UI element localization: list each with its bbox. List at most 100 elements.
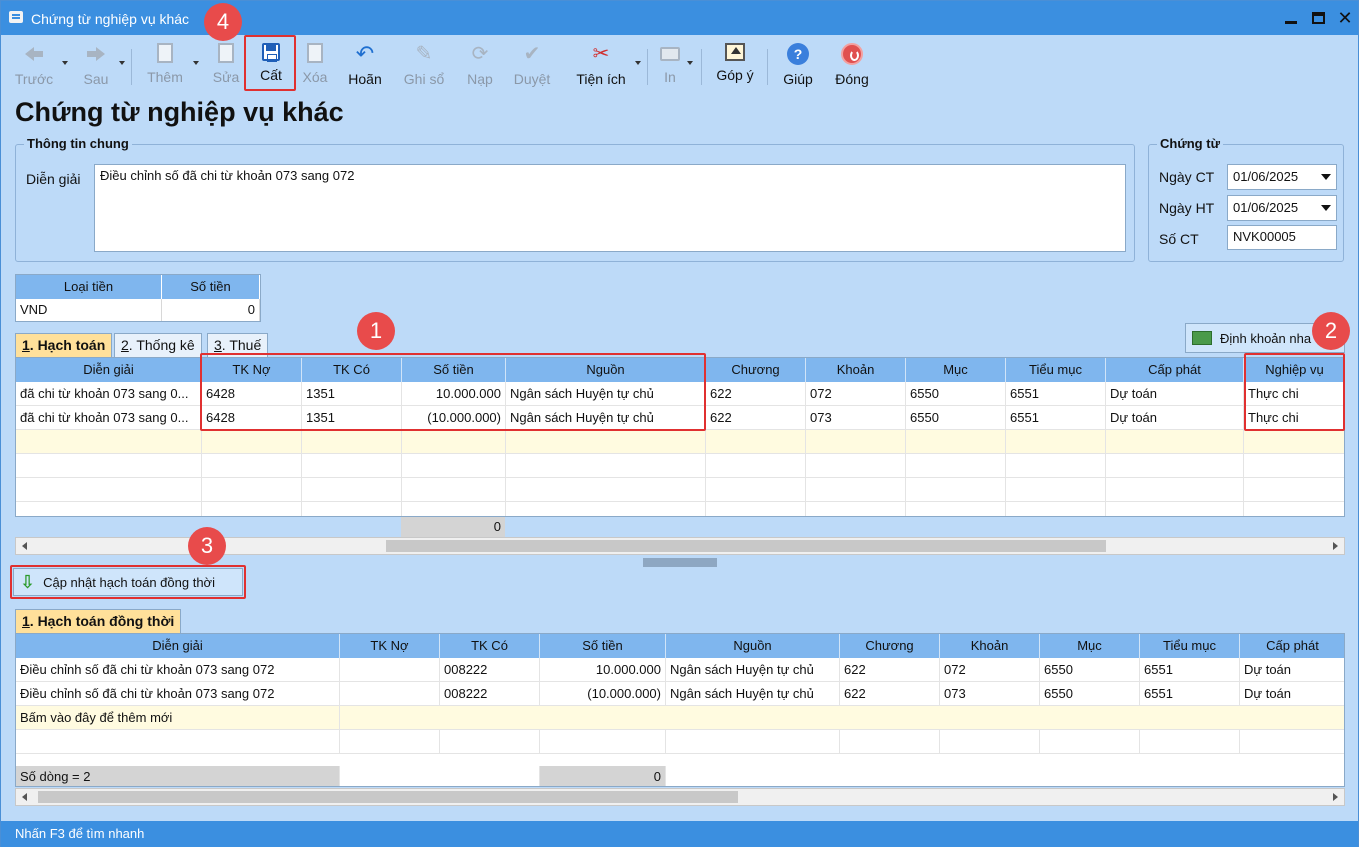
table-cell[interactable]	[806, 454, 906, 478]
table-cell[interactable]: Dự toán	[1240, 658, 1344, 682]
table-cell[interactable]: 1351	[302, 382, 402, 406]
table-cell[interactable]: 6551	[1006, 382, 1106, 406]
table-cell[interactable]: 10.000.000	[402, 382, 506, 406]
table-cell[interactable]: đã chi từ khoản 073 sang 0...	[16, 382, 202, 406]
table-cell[interactable]	[202, 478, 302, 502]
splitter-handle[interactable]	[643, 558, 717, 567]
table-cell[interactable]	[840, 730, 940, 754]
date-ct-combo[interactable]: 01/06/2025	[1227, 164, 1337, 190]
tab-statistics[interactable]: 2. Thống kê	[114, 333, 202, 357]
table-cell[interactable]: 622	[840, 658, 940, 682]
table-cell[interactable]: Dự toán	[1106, 406, 1244, 430]
table-cell[interactable]	[506, 454, 706, 478]
scroll-right-icon[interactable]	[1333, 793, 1338, 801]
table-cell[interactable]: 008222	[440, 682, 540, 706]
prev-button[interactable]: Trước	[11, 41, 57, 91]
table-cell[interactable]	[16, 478, 202, 502]
table-cell[interactable]	[706, 502, 806, 516]
table-cell[interactable]	[302, 502, 402, 516]
table-cell[interactable]	[340, 658, 440, 682]
undo-button[interactable]: ↶ Hoãn	[343, 41, 387, 91]
table-cell[interactable]	[706, 478, 806, 502]
date-ht-combo[interactable]: 01/06/2025	[1227, 195, 1337, 221]
table-cell[interactable]	[302, 454, 402, 478]
table-cell[interactable]: Thực chi	[1244, 406, 1344, 430]
table-cell[interactable]: 622	[706, 382, 806, 406]
currency-cell[interactable]: VND	[16, 299, 162, 321]
feedback-button[interactable]: Góp ý	[713, 41, 757, 91]
table-cell[interactable]	[540, 730, 666, 754]
help-button[interactable]: ? Giúp	[779, 41, 817, 91]
table-cell[interactable]	[1244, 502, 1344, 516]
table-cell[interactable]	[906, 478, 1006, 502]
table-cell[interactable]	[16, 430, 202, 454]
table-cell[interactable]	[806, 502, 906, 516]
table-cell[interactable]: Điều chỉnh số đã chi từ khoản 073 sang 0…	[16, 682, 340, 706]
table-cell[interactable]	[1006, 502, 1106, 516]
scroll-left-icon[interactable]	[22, 793, 27, 801]
utilities-button[interactable]: ✂ Tiện ích	[571, 41, 631, 91]
table-cell[interactable]	[1040, 730, 1140, 754]
simultaneous-horizontal-scrollbar[interactable]	[15, 788, 1345, 806]
table-cell[interactable]: 6551	[1006, 406, 1106, 430]
table-cell[interactable]	[1006, 478, 1106, 502]
scroll-left-icon[interactable]	[22, 542, 27, 550]
table-cell[interactable]	[402, 502, 506, 516]
table-cell[interactable]: (10.000.000)	[402, 406, 506, 430]
table-cell[interactable]: 072	[806, 382, 906, 406]
table-cell[interactable]: 6550	[906, 406, 1006, 430]
chevron-down-icon[interactable]	[1316, 196, 1336, 220]
table-cell[interactable]	[1244, 454, 1344, 478]
update-simultaneous-entry-button[interactable]: ⇩ Cập nhật hạch toán đồng thời	[13, 568, 243, 596]
table-cell[interactable]: Ngân sách Huyện tự chủ	[506, 406, 706, 430]
table-cell[interactable]: Ngân sách Huyện tự chủ	[666, 658, 840, 682]
currency-row[interactable]: VND 0	[16, 299, 260, 321]
prev-dropdown-icon[interactable]	[62, 61, 68, 65]
table-cell[interactable]	[706, 454, 806, 478]
table-cell[interactable]	[1244, 478, 1344, 502]
table-cell[interactable]: 6550	[906, 382, 1006, 406]
table-cell[interactable]	[1140, 730, 1240, 754]
table-cell[interactable]	[1106, 478, 1244, 502]
table-cell[interactable]	[1240, 730, 1344, 754]
table-cell[interactable]	[706, 430, 806, 454]
table-cell[interactable]	[202, 454, 302, 478]
table-cell[interactable]	[402, 430, 506, 454]
table-cell[interactable]	[1006, 430, 1106, 454]
table-cell[interactable]: 6428	[202, 382, 302, 406]
table-cell[interactable]: 008222	[440, 658, 540, 682]
print-button[interactable]: In	[657, 41, 683, 91]
table-cell[interactable]: 072	[940, 658, 1040, 682]
description-textarea[interactable]: Điều chỉnh số đã chi từ khoản 073 sang 0…	[94, 164, 1126, 252]
table-row[interactable]	[16, 454, 1344, 478]
minimize-button[interactable]	[1277, 7, 1305, 29]
table-cell[interactable]	[340, 682, 440, 706]
scroll-right-icon[interactable]	[1333, 542, 1338, 550]
next-button[interactable]: Sau	[77, 41, 115, 91]
table-cell[interactable]	[806, 478, 906, 502]
table-cell[interactable]: 6550	[1040, 658, 1140, 682]
add-dropdown-icon[interactable]	[193, 61, 199, 65]
table-cell[interactable]: 6551	[1140, 682, 1240, 706]
table-cell[interactable]	[806, 430, 906, 454]
table-cell[interactable]: 6428	[202, 406, 302, 430]
table-cell[interactable]	[16, 454, 202, 478]
table-cell[interactable]	[506, 430, 706, 454]
table-cell[interactable]	[302, 478, 402, 502]
table-cell[interactable]	[1106, 430, 1244, 454]
tab-simultaneous-entry[interactable]: 1. Hạch toán đồng thời	[15, 609, 182, 633]
table-row[interactable]: Bấm vào đây để thêm mới	[16, 706, 1344, 730]
utilities-dropdown-icon[interactable]	[635, 61, 641, 65]
table-cell[interactable]: Dự toán	[1240, 682, 1344, 706]
tab-tax[interactable]: 3. Thuế	[207, 333, 269, 357]
table-cell[interactable]	[1006, 454, 1106, 478]
close-window-button[interactable]: ✕	[1331, 7, 1359, 29]
delete-button[interactable]: Xóa	[297, 41, 333, 91]
chevron-down-icon[interactable]	[1316, 165, 1336, 189]
close-button[interactable]: Đóng	[831, 41, 873, 91]
table-cell[interactable]: Thực chi	[1244, 382, 1344, 406]
scrollbar-thumb[interactable]	[386, 540, 1106, 552]
table-cell[interactable]: 073	[806, 406, 906, 430]
table-cell[interactable]	[16, 730, 340, 754]
table-cell[interactable]: Ngân sách Huyện tự chủ	[666, 682, 840, 706]
